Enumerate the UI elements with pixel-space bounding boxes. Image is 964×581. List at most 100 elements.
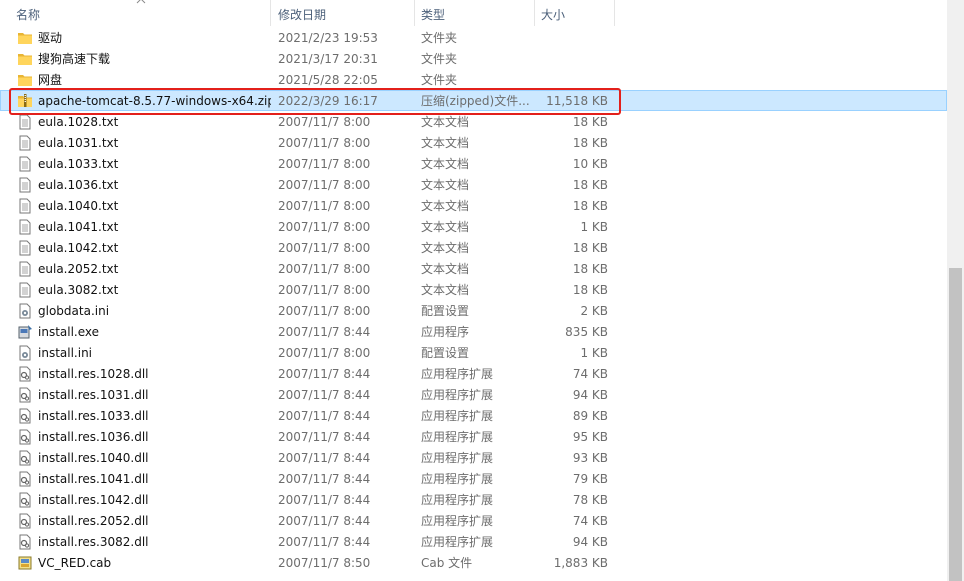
file-row[interactable]: install.ini 2007/11/7 8:00 配置设置 1 KB xyxy=(0,342,947,363)
dll-file-icon xyxy=(17,450,33,466)
file-date: 2007/11/7 8:44 xyxy=(278,450,371,465)
file-date: 2007/11/7 8:44 xyxy=(278,513,371,528)
column-header-name[interactable]: 名称 xyxy=(0,0,271,26)
file-name-cell: eula.2052.txt xyxy=(0,261,271,277)
text-file-icon xyxy=(17,261,33,277)
file-date: 2007/11/7 8:00 xyxy=(278,345,371,360)
file-type: Cab 文件 xyxy=(421,556,473,570)
file-name-cell: eula.1040.txt xyxy=(0,198,271,214)
folder-icon xyxy=(17,51,33,67)
file-name: eula.1041.txt xyxy=(38,219,119,234)
file-name: globdata.ini xyxy=(38,303,110,318)
file-name-cell: install.res.3082.dll xyxy=(0,534,271,550)
file-type: 应用程序 xyxy=(421,325,470,339)
file-row[interactable]: eula.1040.txt 2007/11/7 8:00 文本文档 18 KB xyxy=(0,195,947,216)
file-name-cell: 网盘 xyxy=(0,71,271,88)
file-row[interactable]: eula.1041.txt 2007/11/7 8:00 文本文档 1 KB xyxy=(0,216,947,237)
file-date: 2007/11/7 8:44 xyxy=(278,471,371,486)
file-type: 文本文档 xyxy=(421,115,470,129)
file-date: 2007/11/7 8:00 xyxy=(278,219,371,234)
file-row[interactable]: install.res.1040.dll 2007/11/7 8:44 应用程序扩展… xyxy=(0,447,947,468)
text-file-icon xyxy=(17,156,33,172)
file-type: 应用程序扩展 xyxy=(421,388,494,402)
file-name: install.res.1028.dll xyxy=(38,366,149,381)
file-name-cell: install.res.1036.dll xyxy=(0,429,271,445)
text-file-icon xyxy=(17,219,33,235)
file-size: 74 KB xyxy=(572,366,608,381)
file-date: 2007/11/7 8:00 xyxy=(278,303,371,318)
file-type: 应用程序扩展 xyxy=(421,514,494,528)
file-name-cell: install.res.1041.dll xyxy=(0,471,271,487)
file-date: 2007/11/7 8:44 xyxy=(278,534,371,549)
file-type: 文本文档 xyxy=(421,199,470,213)
file-row[interactable]: 网盘 2021/5/28 22:05 文件夹 xyxy=(0,69,947,90)
file-name-cell: eula.1042.txt xyxy=(0,240,271,256)
sort-up-icon xyxy=(136,0,146,4)
file-size: 18 KB xyxy=(572,240,608,255)
column-header-size[interactable]: 大小 xyxy=(535,0,615,26)
file-row[interactable]: install.res.1033.dll 2007/11/7 8:44 应用程序扩展… xyxy=(0,405,947,426)
file-name-cell: VC_RED.cab xyxy=(0,555,271,571)
text-file-icon xyxy=(17,135,33,151)
file-type: 配置设置 xyxy=(421,346,470,360)
file-name: install.res.2052.dll xyxy=(38,513,149,528)
file-row[interactable]: install.exe 2007/11/7 8:44 应用程序 835 KB xyxy=(0,321,947,342)
file-date: 2007/11/7 8:44 xyxy=(278,408,371,423)
column-header-name-label: 名称 xyxy=(16,8,41,22)
file-name-cell: install.ini xyxy=(0,345,271,361)
file-type: 应用程序扩展 xyxy=(421,535,494,549)
file-row[interactable]: globdata.ini 2007/11/7 8:00 配置设置 2 KB xyxy=(0,300,947,321)
file-row[interactable]: install.res.1031.dll 2007/11/7 8:44 应用程序扩展… xyxy=(0,384,947,405)
file-type: 文本文档 xyxy=(421,262,470,276)
scrollbar-thumb[interactable] xyxy=(949,268,962,581)
file-name: install.ini xyxy=(38,345,93,360)
file-type: 文件夹 xyxy=(421,52,458,66)
file-name-cell: 驱动 xyxy=(0,29,271,46)
file-name: eula.1036.txt xyxy=(38,177,119,192)
file-date: 2021/2/23 19:53 xyxy=(278,30,378,45)
file-row[interactable]: eula.3082.txt 2007/11/7 8:00 文本文档 18 KB xyxy=(0,279,947,300)
file-type: 配置设置 xyxy=(421,304,470,318)
file-row[interactable]: install.res.1028.dll 2007/11/7 8:44 应用程序扩展… xyxy=(0,363,947,384)
file-row[interactable]: eula.1036.txt 2007/11/7 8:00 文本文档 18 KB xyxy=(0,174,947,195)
file-name: 驱动 xyxy=(38,31,63,45)
file-date: 2007/11/7 8:44 xyxy=(278,492,371,507)
file-name: 网盘 xyxy=(38,73,63,87)
cab-file-icon xyxy=(17,555,33,571)
file-type: 文本文档 xyxy=(421,220,470,234)
file-size: 1 KB xyxy=(580,219,608,234)
file-date: 2007/11/7 8:50 xyxy=(278,555,371,570)
file-size: 18 KB xyxy=(572,135,608,150)
file-row[interactable]: install.res.1041.dll 2007/11/7 8:44 应用程序扩展… xyxy=(0,468,947,489)
file-row[interactable]: eula.2052.txt 2007/11/7 8:00 文本文档 18 KB xyxy=(0,258,947,279)
vertical-scrollbar[interactable] xyxy=(947,0,964,581)
file-row[interactable]: 驱动 2021/2/23 19:53 文件夹 xyxy=(0,27,947,48)
file-name-cell: install.res.1028.dll xyxy=(0,366,271,382)
file-name: install.exe xyxy=(38,324,100,339)
file-type: 文本文档 xyxy=(421,241,470,255)
file-row[interactable]: VC_RED.cab 2007/11/7 8:50 Cab 文件 1,883 KB xyxy=(0,552,947,573)
file-row[interactable]: install.res.1042.dll 2007/11/7 8:44 应用程序扩展… xyxy=(0,489,947,510)
settings-file-icon xyxy=(17,303,33,319)
file-row[interactable]: eula.1033.txt 2007/11/7 8:00 文本文档 10 KB xyxy=(0,153,947,174)
file-row[interactable]: eula.1042.txt 2007/11/7 8:00 文本文档 18 KB xyxy=(0,237,947,258)
file-size: 89 KB xyxy=(572,408,608,423)
text-file-icon xyxy=(17,114,33,130)
column-header-date[interactable]: 修改日期 xyxy=(271,0,415,26)
file-row[interactable]: install.res.3082.dll 2007/11/7 8:44 应用程序扩展… xyxy=(0,531,947,552)
file-size: 10 KB xyxy=(572,156,608,171)
file-name-cell: install.exe xyxy=(0,324,271,340)
file-name: VC_RED.cab xyxy=(38,555,112,570)
column-header-type[interactable]: 类型 xyxy=(415,0,535,26)
dll-file-icon xyxy=(17,366,33,382)
file-name: eula.1028.txt xyxy=(38,114,119,129)
dll-file-icon xyxy=(17,471,33,487)
file-row[interactable]: eula.1031.txt 2007/11/7 8:00 文本文档 18 KB xyxy=(0,132,947,153)
file-type: 应用程序扩展 xyxy=(421,472,494,486)
file-type: 应用程序扩展 xyxy=(421,493,494,507)
file-row[interactable]: install.res.1036.dll 2007/11/7 8:44 应用程序扩展… xyxy=(0,426,947,447)
file-row[interactable]: 搜狗高速下载 2021/3/17 20:31 文件夹 xyxy=(0,48,947,69)
file-row[interactable]: install.res.2052.dll 2007/11/7 8:44 应用程序扩展… xyxy=(0,510,947,531)
file-name: install.res.1033.dll xyxy=(38,408,149,423)
file-date: 2007/11/7 8:00 xyxy=(278,135,371,150)
